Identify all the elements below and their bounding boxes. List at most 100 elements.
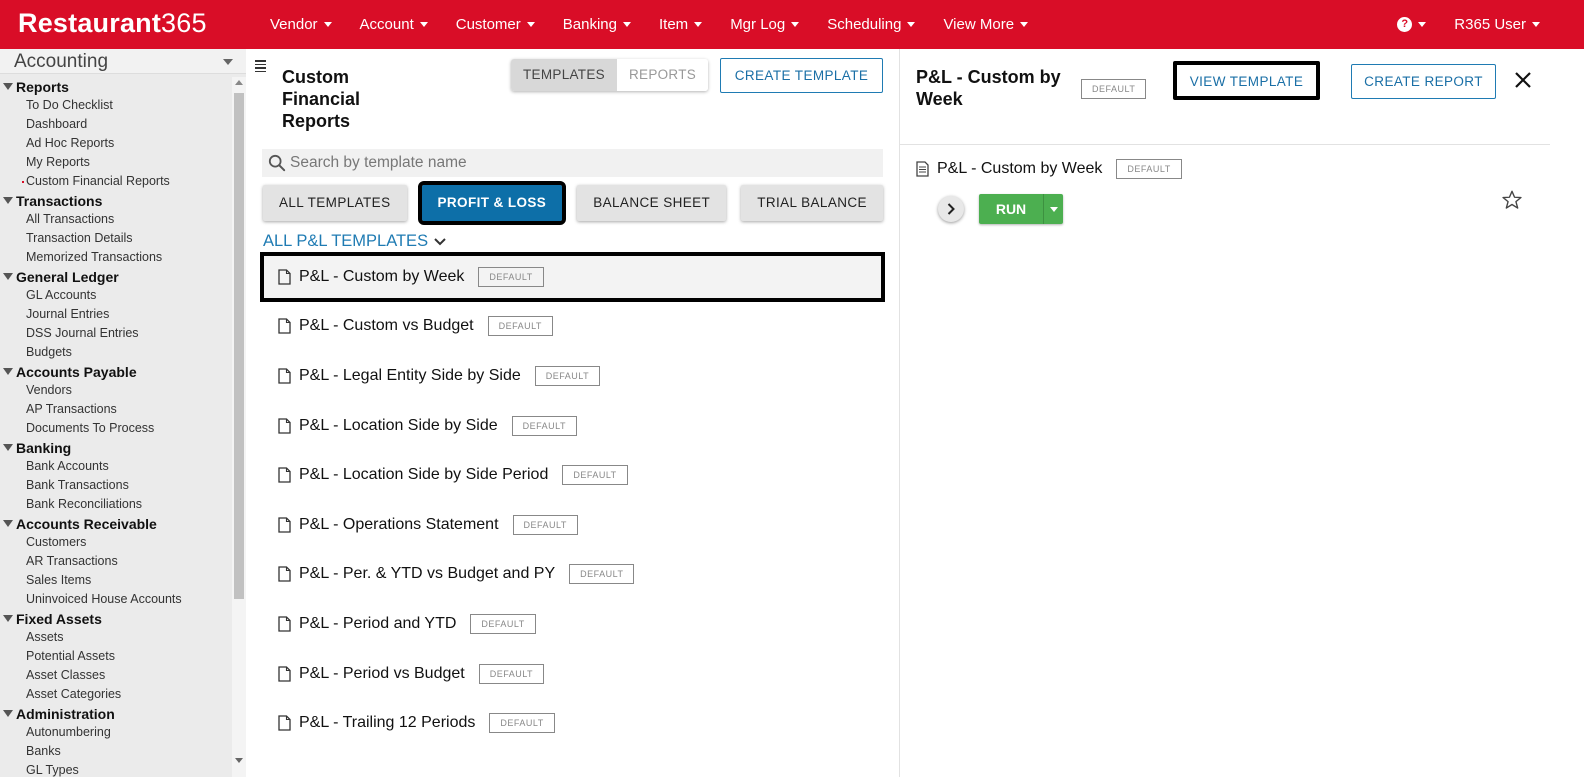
sidebar-item-documents-to-process[interactable]: Documents To Process xyxy=(0,419,232,438)
sidebar-item-journal-entries[interactable]: Journal Entries xyxy=(0,305,232,324)
template-filters: ALL TEMPLATES PROFIT & LOSS BALANCE SHEE… xyxy=(263,181,898,225)
sidebar-item-ad-hoc-reports[interactable]: Ad Hoc Reports xyxy=(0,134,232,153)
sidebar-item-custom-financial-reports[interactable]: Custom Financial Reports xyxy=(0,172,232,191)
nav-vendor[interactable]: Vendor xyxy=(270,16,332,33)
sidebar-item-vendors[interactable]: Vendors xyxy=(0,381,232,400)
sidebar-item-all-transactions[interactable]: All Transactions xyxy=(0,210,232,229)
run-button-group: RUN xyxy=(979,194,1063,224)
create-template-button[interactable]: CREATE TEMPLATE xyxy=(720,58,883,93)
sidebar-item-sales-items[interactable]: Sales Items xyxy=(0,571,232,590)
caret-down-icon xyxy=(323,22,332,27)
sidebar-item-bank-transactions[interactable]: Bank Transactions xyxy=(0,476,232,495)
filter-trial-balance[interactable]: TRIAL BALANCE xyxy=(741,185,883,221)
template-row[interactable]: P&L - Custom vs Budget DEFAULT xyxy=(260,302,885,352)
run-button[interactable]: RUN xyxy=(979,194,1043,224)
main-nav: Vendor Account Customer Banking Item Mgr… xyxy=(270,0,1056,49)
sidebar-item-bank-reconciliations[interactable]: Bank Reconciliations xyxy=(0,495,232,514)
help-menu[interactable]: ? xyxy=(1397,17,1427,32)
star-icon[interactable] xyxy=(1501,189,1523,211)
scroll-down-icon[interactable] xyxy=(235,758,243,763)
template-row[interactable]: P&L - Period vs Budget DEFAULT xyxy=(260,649,885,699)
sidebar-section-accounts-receivable[interactable]: Accounts Receivable xyxy=(0,514,232,533)
sidebar-item-gl-types[interactable]: GL Types xyxy=(0,761,232,777)
template-name: P&L - Location Side by Side xyxy=(299,416,498,434)
template-row[interactable]: P&L - Period and YTD DEFAULT xyxy=(260,599,885,649)
sidebar-item-bank-accounts[interactable]: Bank Accounts xyxy=(0,457,232,476)
create-report-button[interactable]: CREATE REPORT xyxy=(1351,64,1496,99)
chevron-right-icon xyxy=(947,203,955,215)
template-row[interactable]: P&L - Per. & YTD vs Budget and PY DEFAULT xyxy=(260,550,885,600)
caret-down-icon xyxy=(623,22,631,27)
sidebar-item-banks[interactable]: Banks xyxy=(0,742,232,761)
sidebar-item-gl-accounts[interactable]: GL Accounts xyxy=(0,286,232,305)
template-category-dropdown[interactable]: ALL P&L TEMPLATES xyxy=(263,232,446,251)
sidebar-item-budgets[interactable]: Budgets xyxy=(0,343,232,362)
sidebar-item-memorized-transactions[interactable]: Memorized Transactions xyxy=(0,248,232,267)
sidebar-item-ap-transactions[interactable]: AP Transactions xyxy=(0,400,232,419)
nav-scheduling[interactable]: Scheduling xyxy=(827,16,916,33)
run-options-dropdown[interactable] xyxy=(1043,194,1063,224)
template-row[interactable]: P&L - Trailing 12 Periods DEFAULT xyxy=(260,698,885,748)
sidebar-item-transaction-details[interactable]: Transaction Details xyxy=(0,229,232,248)
nav-account[interactable]: Account xyxy=(360,16,428,33)
caret-down-icon xyxy=(1020,22,1029,27)
sidebar-section-administration[interactable]: Administration xyxy=(0,704,232,723)
chevron-down-icon xyxy=(434,237,446,245)
search-input[interactable] xyxy=(290,149,875,177)
brand-logo[interactable]: Restaurant365 xyxy=(18,8,207,39)
sidebar-item-assets[interactable]: Assets xyxy=(0,628,232,647)
sidebar-section-accounts-payable[interactable]: Accounts Payable xyxy=(0,362,232,381)
sidebar-item-to-do-checklist[interactable]: To Do Checklist xyxy=(0,96,232,115)
expand-triangle-icon xyxy=(3,83,13,90)
filter-balance-sheet[interactable]: BALANCE SHEET xyxy=(577,185,727,221)
sidebar-item-asset-classes[interactable]: Asset Classes xyxy=(0,666,232,685)
view-template-button[interactable]: VIEW TEMPLATE xyxy=(1173,61,1320,100)
template-row[interactable]: P&L - Custom by Week DEFAULT xyxy=(260,252,885,302)
sidebar-item-customers[interactable]: Customers xyxy=(0,533,232,552)
template-row[interactable]: P&L - Legal Entity Side by Side DEFAULT xyxy=(260,351,885,401)
tab-reports[interactable]: REPORTS xyxy=(616,59,709,91)
filter-all-templates[interactable]: ALL TEMPLATES xyxy=(263,185,407,221)
sidebar-section-banking[interactable]: Banking xyxy=(0,438,232,457)
expand-triangle-icon xyxy=(3,273,13,280)
document-icon xyxy=(278,566,291,583)
user-menu[interactable]: R365 User xyxy=(1454,16,1540,33)
dropdown-arrow-icon xyxy=(223,59,233,65)
nav-customer[interactable]: Customer xyxy=(456,16,535,33)
sidebar-section-reports[interactable]: Reports xyxy=(0,77,232,96)
nav-mgr-log[interactable]: Mgr Log xyxy=(730,16,800,33)
template-row[interactable]: P&L - Operations Statement DEFAULT xyxy=(260,500,885,550)
nav-view-more[interactable]: View More xyxy=(943,16,1029,33)
nav-banking[interactable]: Banking xyxy=(563,16,631,33)
template-name: P&L - Per. & YTD vs Budget and PY xyxy=(299,565,556,583)
sidebar-item-ar-transactions[interactable]: AR Transactions xyxy=(0,552,232,571)
sidebar-scrollbar[interactable] xyxy=(232,77,246,777)
sidebar-item-asset-categories[interactable]: Asset Categories xyxy=(0,685,232,704)
sidebar-item-dashboard[interactable]: Dashboard xyxy=(0,115,232,134)
sidebar-item-potential-assets[interactable]: Potential Assets xyxy=(0,647,232,666)
document-icon xyxy=(278,467,291,483)
close-icon[interactable] xyxy=(1514,71,1532,89)
sidebar-item-dss-journal-entries[interactable]: DSS Journal Entries xyxy=(0,324,232,343)
sidebar-item-autonumbering[interactable]: Autonumbering xyxy=(0,723,232,742)
scrollbar-thumb[interactable] xyxy=(234,93,244,599)
sidebar-section-fixed-assets[interactable]: Fixed Assets xyxy=(0,609,232,628)
sidebar-section-transactions[interactable]: Transactions xyxy=(0,191,232,210)
default-badge: DEFAULT xyxy=(478,663,545,684)
sidebar-section-general-ledger[interactable]: General Ledger xyxy=(0,267,232,286)
template-name: P&L - Trailing 12 Periods xyxy=(299,714,476,732)
caret-down-icon xyxy=(907,22,916,27)
nav-item[interactable]: Item xyxy=(659,16,703,33)
tab-templates[interactable]: TEMPLATES xyxy=(511,59,617,91)
module-select[interactable]: Accounting xyxy=(0,49,246,74)
template-row[interactable]: P&L - Location Side by Side DEFAULT xyxy=(260,401,885,451)
default-badge: DEFAULT xyxy=(569,564,635,585)
sidebar-item-uninvoiced-house-accounts[interactable]: Uninvoiced House Accounts xyxy=(0,590,232,609)
sidebar-item-my-reports[interactable]: My Reports xyxy=(0,153,232,172)
filter-profit-loss[interactable]: PROFIT & LOSS xyxy=(417,181,567,225)
scroll-up-icon[interactable] xyxy=(235,80,243,85)
template-row[interactable]: P&L - Location Side by Side Period DEFAUL… xyxy=(260,450,885,500)
expand-button[interactable] xyxy=(938,196,964,222)
document-icon xyxy=(278,417,291,434)
caret-down-icon xyxy=(1418,22,1427,27)
